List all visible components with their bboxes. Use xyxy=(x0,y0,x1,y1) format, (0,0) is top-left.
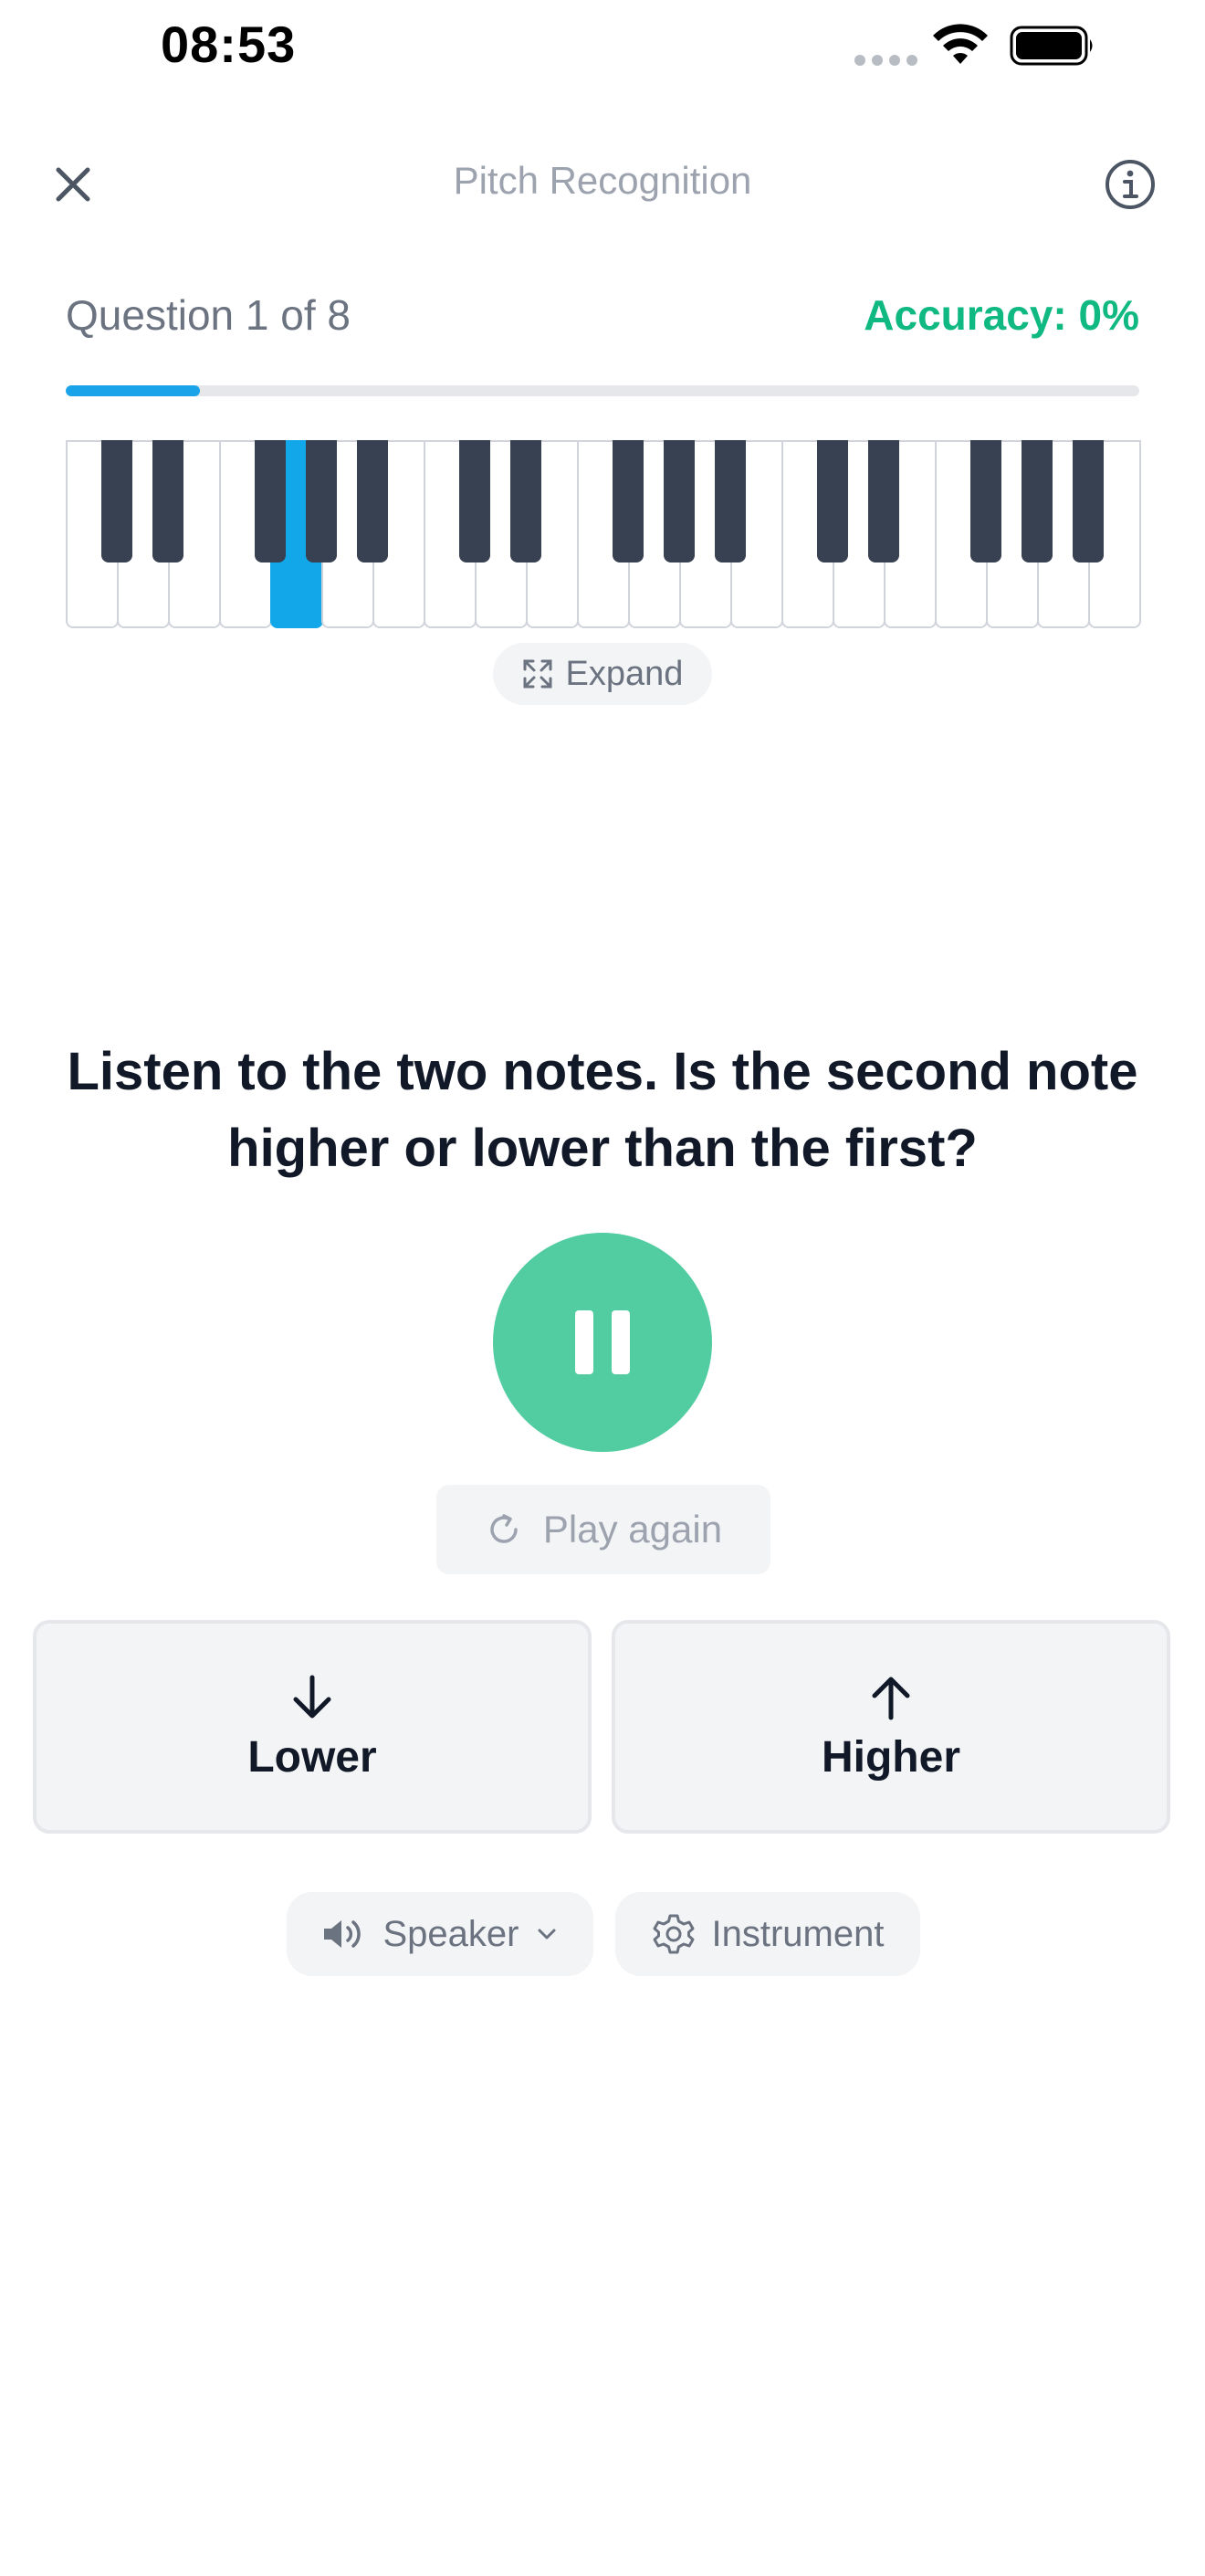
pause-icon xyxy=(575,1310,593,1374)
piano-black-key[interactable] xyxy=(1073,440,1104,563)
piano-black-key[interactable] xyxy=(613,440,644,563)
piano-black-key[interactable] xyxy=(357,440,388,563)
progress-bar xyxy=(66,385,1139,396)
replay-icon xyxy=(490,1514,518,1543)
piano-black-key[interactable] xyxy=(715,440,746,563)
piano-black-key[interactable] xyxy=(510,440,541,563)
expand-label: Expand xyxy=(565,654,684,693)
arrow-up-icon xyxy=(872,1677,910,1719)
piano-black-key[interactable] xyxy=(101,440,132,563)
higher-label: Higher xyxy=(821,1732,960,1782)
lower-label: Lower xyxy=(247,1732,377,1782)
speaker-icon xyxy=(323,1920,361,1948)
chevron-down-icon xyxy=(538,1929,556,1940)
info-button[interactable] xyxy=(1103,157,1158,212)
gear-icon xyxy=(653,1914,695,1954)
piano-black-key[interactable] xyxy=(817,440,848,563)
instrument-button[interactable]: Instrument xyxy=(615,1892,920,1976)
instrument-label: Instrument xyxy=(711,1913,885,1954)
piano-black-key[interactable] xyxy=(1022,440,1053,563)
accuracy-label: Accuracy: 0% xyxy=(864,291,1139,339)
speaker-label: Speaker xyxy=(382,1913,519,1954)
status-time: 08:53 xyxy=(161,16,297,73)
expand-button[interactable]: Expand xyxy=(493,643,712,705)
piano-black-key[interactable] xyxy=(152,440,183,563)
piano-keyboard[interactable] xyxy=(66,440,1141,630)
cellular-signal-icon xyxy=(854,55,917,66)
piano-black-key[interactable] xyxy=(306,440,337,563)
play-again-label: Play again xyxy=(542,1508,723,1551)
piano-black-key[interactable] xyxy=(459,440,490,563)
expand-icon xyxy=(523,659,552,689)
higher-button[interactable]: Higher xyxy=(612,1620,1170,1834)
battery-icon xyxy=(1010,26,1093,66)
piano-black-key[interactable] xyxy=(664,440,695,563)
status-bar: 08:53 xyxy=(0,0,1205,91)
piano-black-key[interactable] xyxy=(868,440,899,563)
lower-button[interactable]: Lower xyxy=(33,1620,592,1834)
progress-bar-fill xyxy=(66,385,200,396)
speaker-selector[interactable]: Speaker xyxy=(287,1892,593,1976)
piano-black-key[interactable] xyxy=(970,440,1001,563)
question-prompt: Listen to the two notes. Is the second n… xyxy=(67,1042,1138,1178)
arrow-down-icon xyxy=(293,1675,331,1718)
play-again-button[interactable]: Play again xyxy=(436,1485,770,1574)
pause-button[interactable] xyxy=(493,1233,712,1452)
piano-black-key[interactable] xyxy=(255,440,286,563)
page-title: Pitch Recognition xyxy=(453,159,752,202)
info-icon xyxy=(1105,160,1155,209)
wifi-icon xyxy=(933,24,988,64)
question-counter: Question 1 of 8 xyxy=(66,291,351,339)
